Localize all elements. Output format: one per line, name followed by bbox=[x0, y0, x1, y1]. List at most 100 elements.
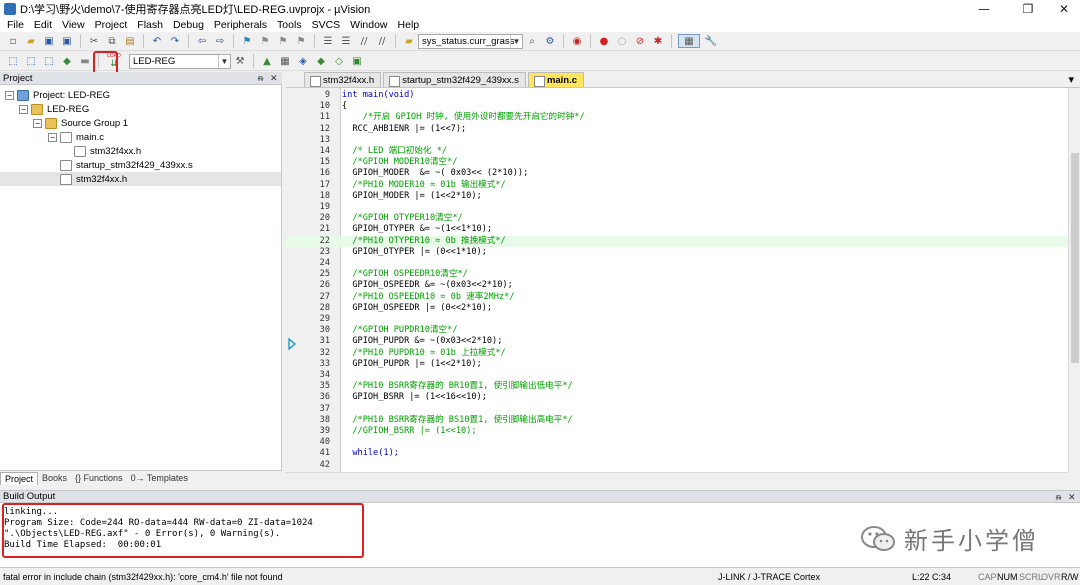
code-line[interactable]: 29 bbox=[286, 314, 1068, 325]
window-layout-icon[interactable]: ▦ bbox=[678, 34, 700, 48]
tree-item-project[interactable]: − Project: LED-REG bbox=[5, 88, 110, 102]
chevron-down-icon[interactable]: ▼ bbox=[510, 34, 522, 48]
code-line[interactable]: 14 /* LED 端口初始化 */ bbox=[286, 146, 1068, 157]
code-line[interactable]: 36 GPIOH_BSRR |= (1<<16<<10); bbox=[286, 392, 1068, 403]
start-debug-icon[interactable]: ◉ bbox=[570, 34, 584, 48]
code-line[interactable]: 32 /*PH10 PUPDR10 = 01b 上拉模式*/ bbox=[286, 348, 1068, 359]
chevron-down-icon[interactable]: ▼ bbox=[218, 54, 230, 68]
undo-icon[interactable]: ↶ bbox=[150, 34, 164, 48]
stop-build-icon[interactable]: ▬ bbox=[78, 54, 92, 68]
code-line[interactable]: 26 GPIOH_OSPEEDR &= ~(0x03<<2*10); bbox=[286, 280, 1068, 291]
select-packs-icon[interactable]: ◈ bbox=[296, 54, 310, 68]
collapse-toggle[interactable]: − bbox=[48, 132, 57, 142]
manage-rte-icon[interactable]: ▦ bbox=[278, 54, 292, 68]
menu-tools[interactable]: Tools bbox=[272, 19, 307, 31]
pin-icon[interactable]: ᵰ bbox=[258, 72, 263, 85]
configure-icon[interactable]: 🔧 bbox=[704, 34, 718, 48]
bookmark-next-icon[interactable]: ⚑ bbox=[276, 34, 290, 48]
code-line[interactable]: 34 bbox=[286, 370, 1068, 381]
save-all-icon[interactable]: ▣ bbox=[60, 34, 74, 48]
menu-peripherals[interactable]: Peripherals bbox=[209, 19, 272, 31]
tab-list-icon[interactable]: ▾ bbox=[1068, 73, 1074, 86]
code-line[interactable]: 17 /*PH10 MODER10 = 01b 输出模式*/ bbox=[286, 180, 1068, 191]
code-line[interactable]: 35 /*PH10 BSRR寄存器的 BR10置1, 使引脚输出低电平*/ bbox=[286, 381, 1068, 392]
software-components-icon[interactable]: ◇ bbox=[332, 54, 346, 68]
event-recorder-icon[interactable]: ▣ bbox=[350, 54, 364, 68]
menu-debug[interactable]: Debug bbox=[168, 19, 209, 31]
breakpoint-clear-icon[interactable]: ⊘ bbox=[633, 34, 647, 48]
menu-project[interactable]: Project bbox=[90, 19, 133, 31]
code-line[interactable]: 28 GPIOH_OSPEEDR |= (0<<2*10); bbox=[286, 303, 1068, 314]
open-file-icon[interactable]: ▰ bbox=[24, 34, 38, 48]
find-combo[interactable]: sys_status.curr_grass ▼ bbox=[418, 33, 523, 49]
nav-forward-icon[interactable]: ⇨ bbox=[213, 34, 227, 48]
vertical-scrollbar[interactable] bbox=[1068, 88, 1080, 472]
code-line[interactable]: 19 bbox=[286, 202, 1068, 213]
code-line[interactable]: 24 bbox=[286, 258, 1068, 269]
tree-item-main-c[interactable]: − main.c bbox=[48, 130, 104, 144]
incremental-find-icon[interactable]: ⚙ bbox=[543, 34, 557, 48]
close-window-button[interactable]: ✕ bbox=[1046, 0, 1080, 18]
menu-edit[interactable]: Edit bbox=[29, 19, 57, 31]
nav-back-icon[interactable]: ⇦ bbox=[195, 34, 209, 48]
bookmark-icon[interactable]: ⚑ bbox=[240, 34, 254, 48]
code-line[interactable]: 27 /*PH10 OSPEEDR10 = 0b 速率2MHz*/ bbox=[286, 292, 1068, 303]
cut-icon[interactable]: ✂ bbox=[87, 34, 101, 48]
code-line[interactable]: 13 bbox=[286, 135, 1068, 146]
indent-icon[interactable]: ☰ bbox=[321, 34, 335, 48]
code-line[interactable]: 40 bbox=[286, 437, 1068, 448]
code-line[interactable]: 39 //GPIOH_BSRR |= (1<<10); bbox=[286, 426, 1068, 437]
new-file-icon[interactable]: ▫ bbox=[6, 34, 20, 48]
menu-view[interactable]: View bbox=[57, 19, 90, 31]
close-panel-icon[interactable]: ✕ bbox=[270, 72, 278, 85]
code-line[interactable]: 38 /*PH10 BSRR寄存器的 BS10置1, 使引脚输出高电平*/ bbox=[286, 415, 1068, 426]
code-line[interactable]: 23 GPIOH_OTYPER |= (0<<1*10); bbox=[286, 247, 1068, 258]
code-line[interactable]: 12 RCC_AHB1ENR |= (1<<7); bbox=[286, 124, 1068, 135]
target-combo[interactable]: LED-REG ▼ bbox=[129, 53, 231, 69]
tab-functions[interactable]: {} Functions bbox=[71, 472, 127, 485]
find-in-files-icon[interactable]: ▰ bbox=[402, 34, 416, 48]
code-line[interactable]: 41 while(1); bbox=[286, 448, 1068, 459]
tree-item-startup-file[interactable]: startup_stm32f429_439xx.s bbox=[60, 158, 193, 172]
tab-books[interactable]: Books bbox=[38, 472, 71, 485]
collapse-toggle[interactable]: − bbox=[5, 90, 14, 100]
translate-icon[interactable]: ⬚ bbox=[6, 54, 20, 68]
tab-project[interactable]: Project bbox=[0, 471, 39, 485]
scrollbar-thumb[interactable] bbox=[1071, 153, 1079, 363]
copy-icon[interactable]: ⧉ bbox=[105, 34, 119, 48]
code-line[interactable]: 31 GPIOH_PUPDR &= ~(0x03<<2*10); bbox=[286, 336, 1068, 347]
menu-flash[interactable]: Flash bbox=[132, 19, 168, 31]
pack-installer-icon[interactable]: ◆ bbox=[314, 54, 328, 68]
tree-item-header-file-selected[interactable]: stm32f4xx.h bbox=[0, 172, 281, 186]
minimize-button[interactable]: — bbox=[966, 0, 1002, 18]
code-line[interactable]: 16 GPIOH_MODER &= ~( 0x03<< (2*10)); bbox=[286, 168, 1068, 179]
code-line[interactable]: 18 GPIOH_MODER |= (1<<2*10); bbox=[286, 191, 1068, 202]
tree-item-source-group[interactable]: − Source Group 1 bbox=[33, 116, 128, 130]
code-line[interactable]: 21 GPIOH_OTYPER &= ~(1<<1*10); bbox=[286, 224, 1068, 235]
tab-main-c[interactable]: main.c bbox=[527, 72, 585, 87]
code-editor[interactable]: 9 int main(void) 10 {11 /*开启 GPIOH 时钟, 使用外设… bbox=[286, 88, 1080, 472]
tree-item-header-file[interactable]: stm32f4xx.h bbox=[74, 144, 141, 158]
breakpoint-disable-icon[interactable]: ○ bbox=[615, 34, 629, 48]
tree-item-target[interactable]: − LED-REG bbox=[19, 102, 89, 116]
code-line[interactable]: 30 /*GPIOH PUPDR10清空*/ bbox=[286, 325, 1068, 336]
bookmark-clear-icon[interactable]: ⚑ bbox=[294, 34, 308, 48]
manage-project-items-icon[interactable]: ▲ bbox=[260, 54, 274, 68]
menu-svcs[interactable]: SVCS bbox=[307, 19, 346, 31]
build-icon[interactable]: ⬚ bbox=[24, 54, 38, 68]
maximize-button[interactable]: ❐ bbox=[1010, 0, 1046, 18]
collapse-toggle[interactable]: − bbox=[19, 104, 28, 114]
code-line[interactable]: 15 /*GPIOH MODER10清空*/ bbox=[286, 157, 1068, 168]
collapse-toggle[interactable]: − bbox=[33, 118, 42, 128]
code-line[interactable]: 11 /*开启 GPIOH 时钟, 使用外设时都要先开启它的时钟*/ bbox=[286, 112, 1068, 123]
code-line[interactable]: 10 { bbox=[286, 101, 1068, 112]
tab-templates[interactable]: 0→ Templates bbox=[127, 472, 192, 485]
code-line[interactable]: 9 int main(void) bbox=[286, 90, 1068, 101]
code-line[interactable]: 20 /*GPIOH OTYPER10清空*/ bbox=[286, 213, 1068, 224]
comment-icon[interactable]: // bbox=[357, 34, 371, 48]
batch-build-icon[interactable]: ◆ bbox=[60, 54, 74, 68]
paste-icon[interactable]: ▤ bbox=[123, 34, 137, 48]
code-line[interactable]: 22 /*PH10 OTYPER10 = 0b 推挽模式*/ bbox=[286, 235, 1068, 247]
menu-help[interactable]: Help bbox=[393, 19, 425, 31]
menu-window[interactable]: Window bbox=[345, 19, 392, 31]
